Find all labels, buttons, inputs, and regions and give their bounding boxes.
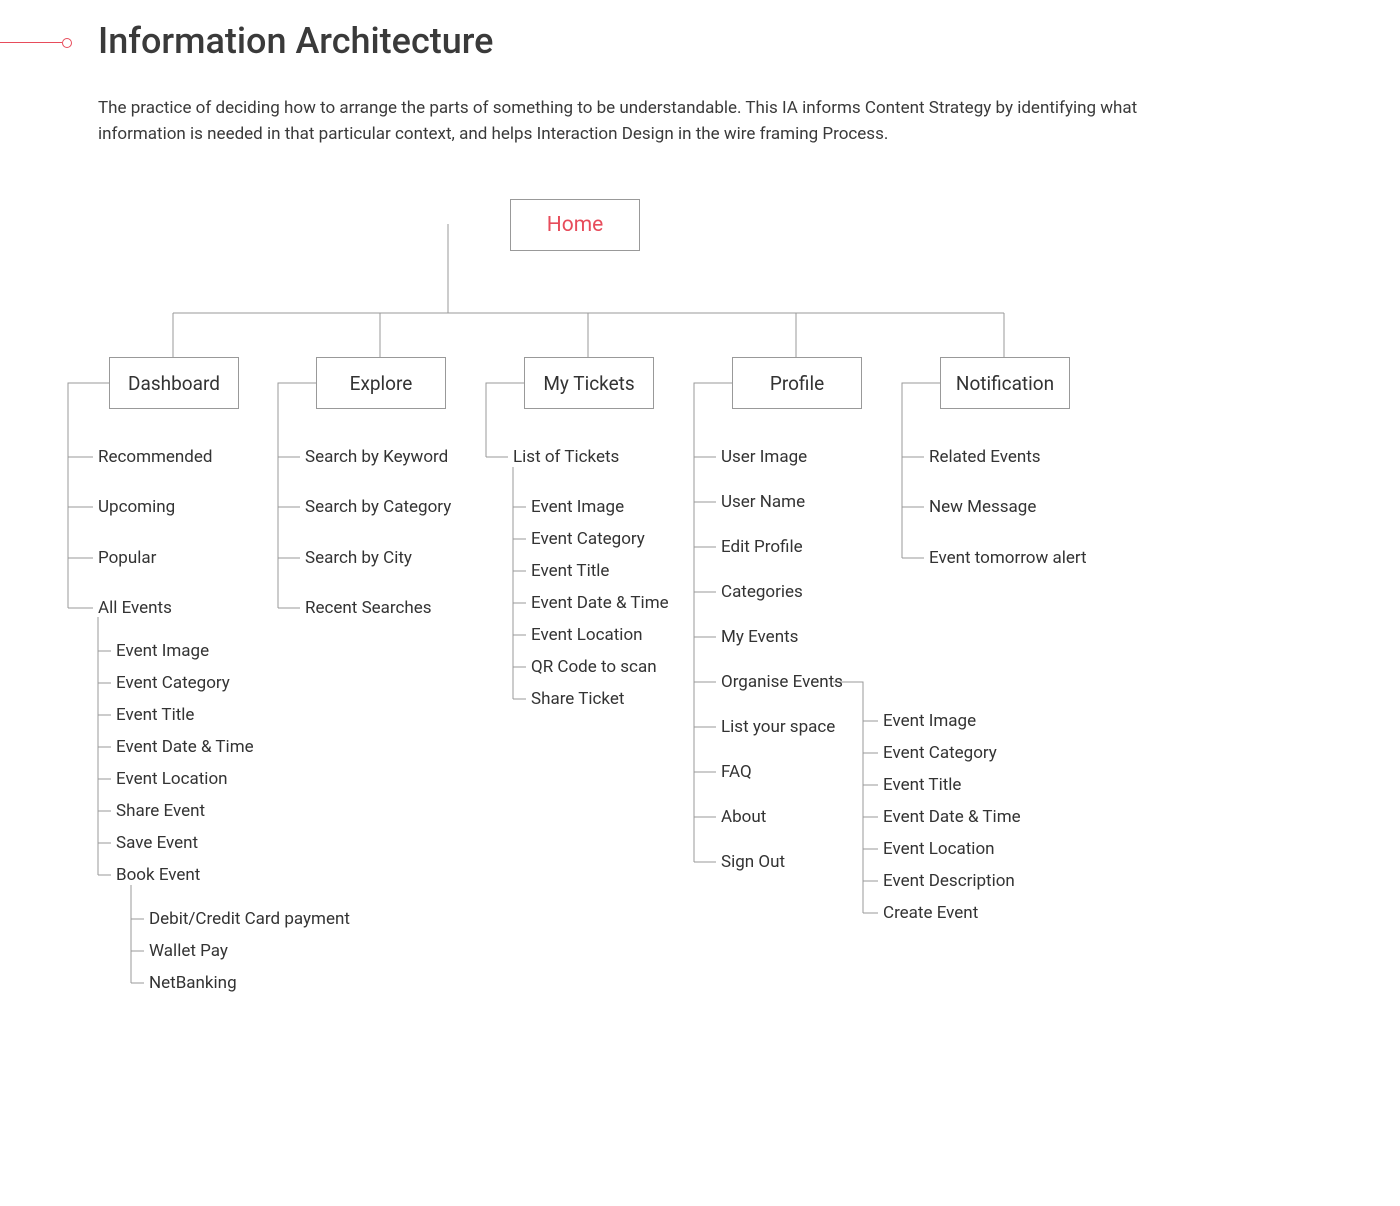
leaf: Event Title bbox=[883, 775, 961, 795]
leaf: Event Location bbox=[883, 839, 995, 859]
accent-line bbox=[0, 42, 62, 43]
leaf: Book Event bbox=[116, 865, 200, 885]
node-profile: Profile bbox=[732, 357, 862, 409]
leaf: Event Date & Time bbox=[531, 593, 669, 613]
leaf: User Image bbox=[721, 447, 807, 467]
leaf: Sign Out bbox=[721, 852, 785, 872]
page-title: Information Architecture bbox=[98, 20, 1340, 62]
leaf: Event Category bbox=[883, 743, 997, 763]
leaf: Search by Category bbox=[305, 497, 451, 517]
leaf: Organise Events bbox=[721, 672, 843, 692]
leaf: New Message bbox=[929, 497, 1036, 517]
leaf: Popular bbox=[98, 548, 156, 568]
leaf: Upcoming bbox=[98, 497, 175, 517]
node-dashboard: Dashboard bbox=[109, 357, 239, 409]
ia-diagram: Home Dashboard Explore My Tickets Profil… bbox=[98, 197, 1198, 1017]
leaf: List your space bbox=[721, 717, 835, 737]
accent-circle-icon bbox=[62, 38, 72, 48]
leaf: Event Location bbox=[116, 769, 228, 789]
leaf: Event Image bbox=[116, 641, 209, 661]
leaf: Share Ticket bbox=[531, 689, 624, 709]
leaf: QR Code to scan bbox=[531, 657, 657, 677]
leaf: Event Image bbox=[531, 497, 624, 517]
leaf: Event Title bbox=[116, 705, 194, 725]
page-description: The practice of deciding how to arrange … bbox=[98, 96, 1158, 147]
leaf: List of Tickets bbox=[513, 447, 619, 467]
leaf: Related Events bbox=[929, 447, 1041, 467]
leaf: Event Date & Time bbox=[116, 737, 254, 757]
leaf: All Events bbox=[98, 598, 172, 618]
leaf: Search by Keyword bbox=[305, 447, 448, 467]
leaf: My Events bbox=[721, 627, 798, 647]
leaf: Debit/Credit Card payment bbox=[149, 909, 350, 929]
leaf: Edit Profile bbox=[721, 537, 803, 557]
leaf: Event Category bbox=[116, 673, 230, 693]
leaf: Save Event bbox=[116, 833, 198, 853]
node-explore: Explore bbox=[316, 357, 446, 409]
leaf: Recent Searches bbox=[305, 598, 432, 618]
node-home: Home bbox=[510, 199, 640, 251]
node-notification: Notification bbox=[940, 357, 1070, 409]
leaf: Event Image bbox=[883, 711, 976, 731]
leaf: Share Event bbox=[116, 801, 205, 821]
leaf: Categories bbox=[721, 582, 803, 602]
leaf: Search by City bbox=[305, 548, 412, 568]
leaf: Wallet Pay bbox=[149, 941, 228, 961]
leaf: User Name bbox=[721, 492, 805, 512]
leaf: Event Description bbox=[883, 871, 1015, 891]
node-my-tickets: My Tickets bbox=[524, 357, 654, 409]
leaf: Create Event bbox=[883, 903, 978, 923]
leaf: Event Location bbox=[531, 625, 643, 645]
leaf: NetBanking bbox=[149, 973, 237, 993]
leaf: Event Title bbox=[531, 561, 609, 581]
leaf: FAQ bbox=[721, 762, 752, 782]
leaf: About bbox=[721, 807, 766, 827]
leaf: Event Category bbox=[531, 529, 645, 549]
leaf: Event tomorrow alert bbox=[929, 548, 1087, 568]
leaf: Event Date & Time bbox=[883, 807, 1021, 827]
leaf: Recommended bbox=[98, 447, 213, 467]
